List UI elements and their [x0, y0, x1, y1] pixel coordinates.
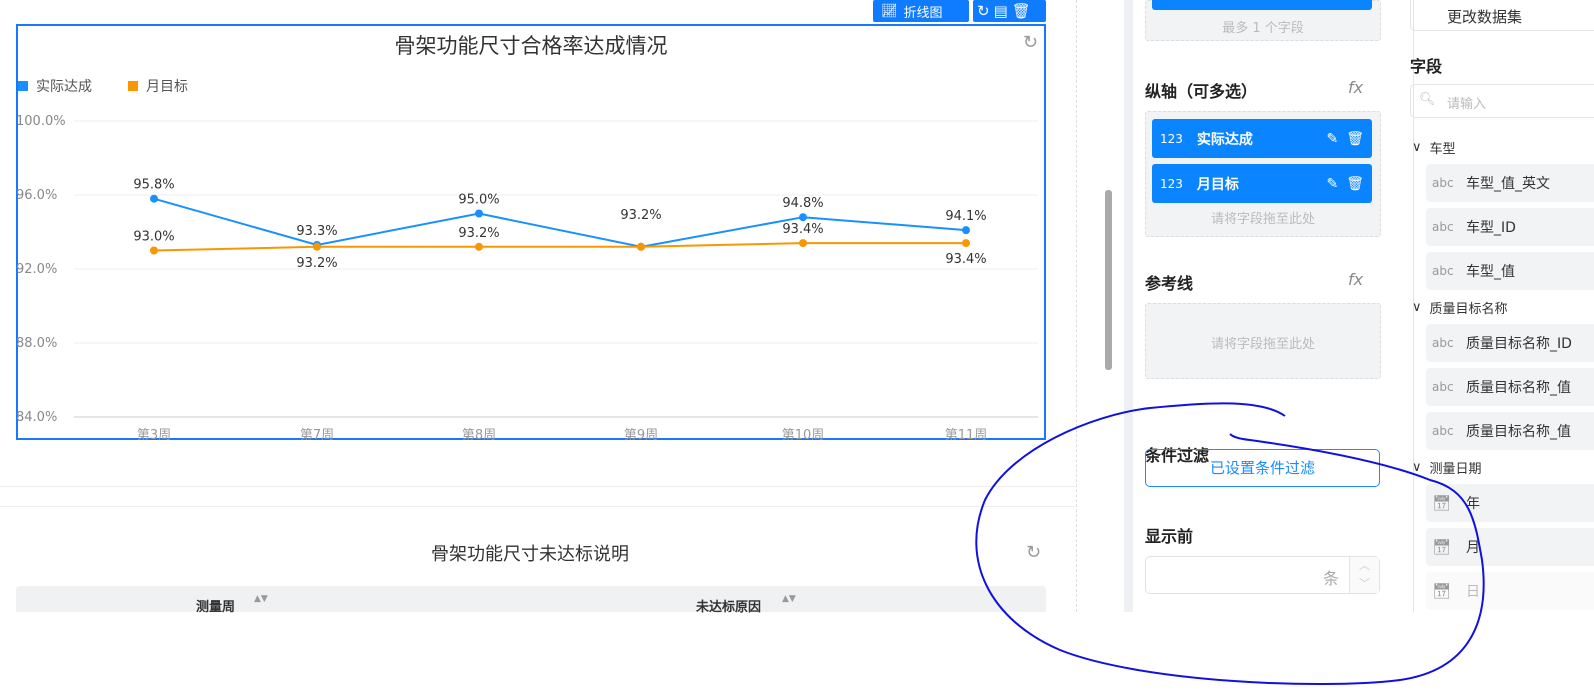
annotation-ellipse: [975, 402, 1485, 686]
